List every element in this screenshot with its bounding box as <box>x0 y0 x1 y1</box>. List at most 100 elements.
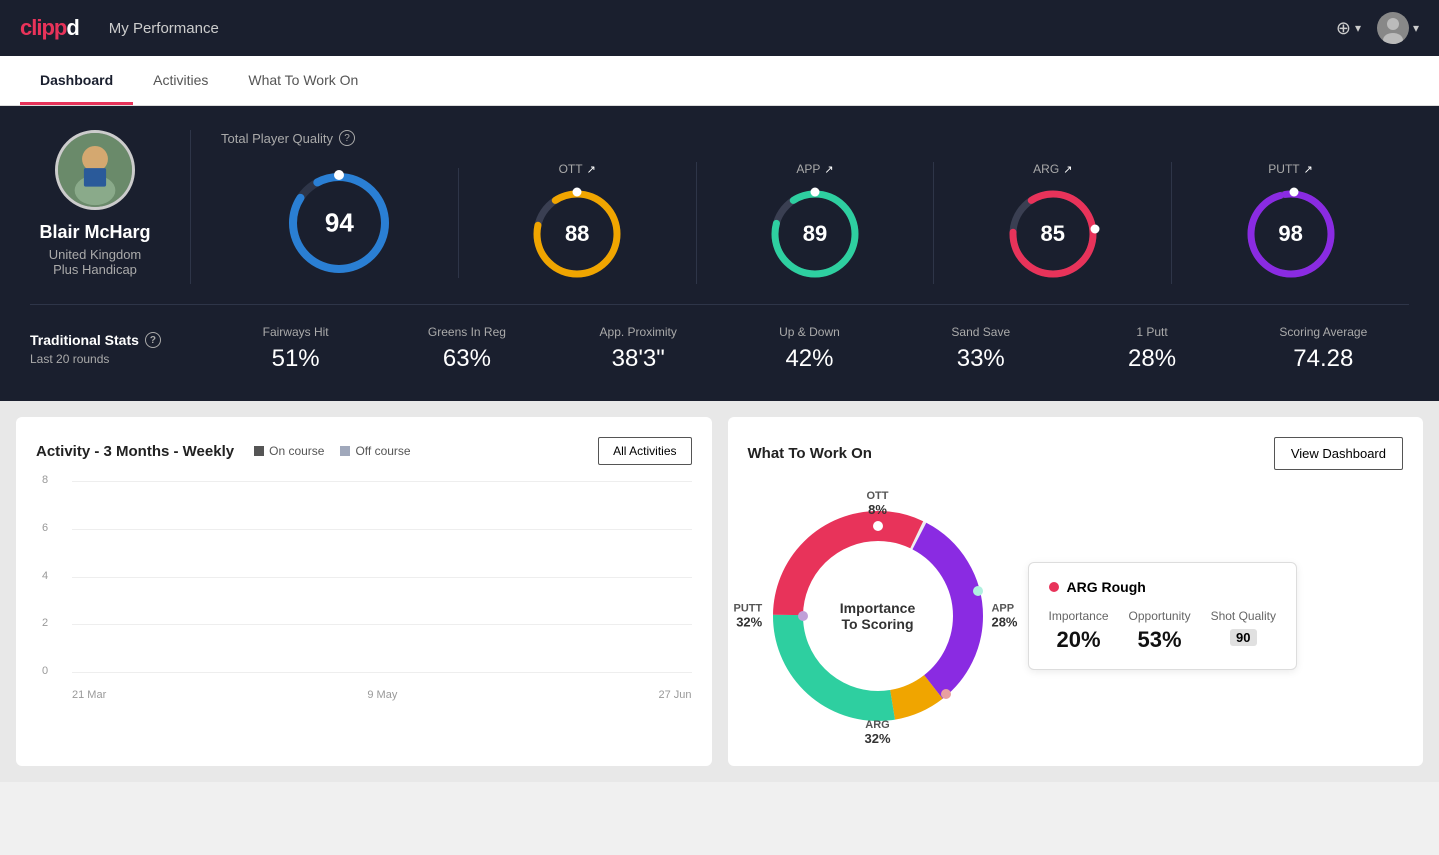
arg-label: ARG ↗ <box>1033 162 1072 176</box>
stat-scoring-label: Scoring Average <box>1238 325 1409 339</box>
stat-fairways-label: Fairways Hit <box>210 325 381 339</box>
trad-stats-title: Traditional Stats ? <box>30 332 210 348</box>
bar-group <box>314 671 346 673</box>
bar-group <box>452 671 484 673</box>
chart-legend: On course Off course <box>254 444 411 458</box>
app-trend-icon: ↗ <box>824 163 833 176</box>
grid-label-0: 0 <box>42 665 48 677</box>
arg-value: 85 <box>1041 221 1065 247</box>
view-dashboard-button[interactable]: View Dashboard <box>1274 437 1403 470</box>
on-course-label: On course <box>269 444 324 458</box>
x-label-jun: 27 Jun <box>658 689 691 701</box>
plus-icon: ⊕ <box>1336 18 1351 39</box>
app-label: APP ↗ <box>796 162 833 176</box>
off-course-label: Off course <box>355 444 410 458</box>
nav-title: My Performance <box>109 20 219 37</box>
tabs-bar: Dashboard Activities What To Work On <box>0 56 1439 106</box>
app-ring: 89 <box>765 184 865 284</box>
putt-segment-label: PUTT 32% <box>734 603 763 630</box>
grid-label-6: 6 <box>42 522 48 534</box>
ott-ring: 88 <box>527 184 627 284</box>
user-chevron-icon: ▾ <box>1413 21 1419 35</box>
stat-scoring-value: 74.28 <box>1238 345 1409 373</box>
app-value: 89 <box>803 221 827 247</box>
user-menu-button[interactable]: ▾ <box>1377 12 1419 44</box>
stat-greens-value: 63% <box>381 345 552 373</box>
info-card-name: ARG Rough <box>1067 579 1146 595</box>
bar-group <box>279 671 311 673</box>
quality-title: Total Player Quality ? <box>221 130 1409 146</box>
quality-circles: 94 OTT ↗ 88 <box>221 162 1409 284</box>
metric-opportunity-label: Opportunity <box>1129 609 1191 623</box>
donut-chart: Importance To Scoring OTT 8% APP 28% ARG… <box>748 486 1008 746</box>
legend-on-course: On course <box>254 444 324 458</box>
arg-trend-icon: ↗ <box>1063 163 1072 176</box>
activity-panel: Activity - 3 Months - Weekly On course O… <box>16 417 712 766</box>
logo: clippd <box>20 15 79 41</box>
red-dot-icon <box>1049 582 1059 592</box>
bar-group <box>349 671 381 673</box>
stat-updown-value: 42% <box>724 345 895 373</box>
all-activities-button[interactable]: All Activities <box>598 437 691 465</box>
stat-sand-value: 33% <box>895 345 1066 373</box>
main-ring: 94 <box>284 168 394 278</box>
bar-group <box>176 671 208 673</box>
player-avatar <box>55 130 135 210</box>
wtwo-panel-header: What To Work On View Dashboard <box>748 437 1404 470</box>
stats-bar: Traditional Stats ? Last 20 rounds Fairw… <box>30 304 1409 373</box>
putt-value: 98 <box>1278 221 1302 247</box>
bar-group <box>556 671 588 673</box>
arg-ring: 85 <box>1003 184 1103 284</box>
wtwo-content: Importance To Scoring OTT 8% APP 28% ARG… <box>748 486 1404 746</box>
stat-scoring: Scoring Average 74.28 <box>1238 325 1409 373</box>
tab-dashboard[interactable]: Dashboard <box>20 56 133 105</box>
app-circle-item: APP ↗ 89 <box>697 162 935 284</box>
app-segment-label: APP 28% <box>991 603 1017 630</box>
main-quality-value: 94 <box>325 208 354 239</box>
top-nav: clippd My Performance ⊕ ▾ ▾ <box>0 0 1439 56</box>
tab-what-to-work-on[interactable]: What To Work On <box>228 56 378 105</box>
on-course-dot <box>254 446 264 456</box>
arg-rough-card: ARG Rough Importance 20% Opportunity 53%… <box>1028 562 1297 670</box>
stat-proximity-label: App. Proximity <box>553 325 724 339</box>
stat-1putt-label: 1 Putt <box>1066 325 1237 339</box>
metric-opportunity: Opportunity 53% <box>1129 609 1191 653</box>
donut-center-text: Importance To Scoring <box>840 600 915 632</box>
stat-sand-label: Sand Save <box>895 325 1066 339</box>
wtwo-panel: What To Work On View Dashboard <box>728 417 1424 766</box>
info-card-title: ARG Rough <box>1049 579 1276 595</box>
off-course-dot <box>340 446 350 456</box>
arg-segment-label: ARG 32% <box>864 719 890 746</box>
ott-label: OTT ↗ <box>559 162 596 176</box>
bar-group <box>522 671 554 673</box>
add-button[interactable]: ⊕ ▾ <box>1336 18 1361 39</box>
bar-group <box>210 671 242 673</box>
putt-label: PUTT ↗ <box>1268 162 1313 176</box>
stat-proximity-value: 38'3" <box>553 345 724 373</box>
metric-shot-quality: Shot Quality 90 <box>1211 609 1276 653</box>
stat-greens: Greens In Reg 63% <box>381 325 552 373</box>
stat-fairways-value: 51% <box>210 345 381 373</box>
bar-group <box>107 671 139 673</box>
player-handicap: Plus Handicap <box>53 262 137 277</box>
quality-section: Total Player Quality ? 94 <box>190 130 1409 284</box>
donut-line2: To Scoring <box>840 616 915 632</box>
metric-importance-label: Importance <box>1049 609 1109 623</box>
bar-group <box>383 671 415 673</box>
metric-importance-value: 20% <box>1049 627 1109 653</box>
x-labels: 21 Mar 9 May 27 Jun <box>72 689 692 701</box>
quality-help-icon[interactable]: ? <box>339 130 355 146</box>
trad-stats-help-icon[interactable]: ? <box>145 332 161 348</box>
activity-chart-title: Activity - 3 Months - Weekly <box>36 443 234 460</box>
trad-stats-period: Last 20 rounds <box>30 352 210 366</box>
player-info: Blair McHarg United Kingdom Plus Handica… <box>30 130 190 284</box>
arg-circle-item: ARG ↗ 85 <box>934 162 1172 284</box>
stat-fairways: Fairways Hit 51% <box>210 325 381 373</box>
stat-proximity: App. Proximity 38'3" <box>553 325 724 373</box>
donut-line1: Importance <box>840 600 915 616</box>
tab-activities[interactable]: Activities <box>133 56 228 105</box>
bottom-panels: Activity - 3 Months - Weekly On course O… <box>0 401 1439 782</box>
avatar <box>1377 12 1409 44</box>
grid-label-2: 2 <box>42 617 48 629</box>
putt-ring: 98 <box>1241 184 1341 284</box>
